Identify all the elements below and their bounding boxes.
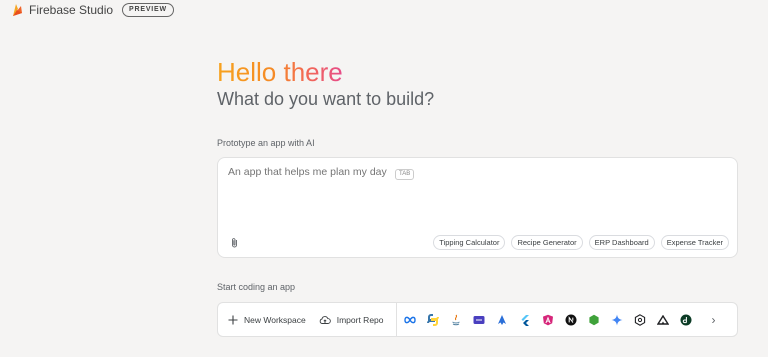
template-list: › <box>403 313 716 327</box>
chevron-right-icon[interactable]: › <box>712 313 716 327</box>
divider <box>395 302 397 337</box>
java-icon[interactable] <box>450 314 462 326</box>
go-icon[interactable] <box>634 313 646 326</box>
suggestion-chip[interactable]: Expense Tracker <box>660 235 729 250</box>
nuxt-icon[interactable] <box>656 314 669 326</box>
angular-icon[interactable] <box>542 314 554 326</box>
python-icon[interactable] <box>426 313 439 326</box>
prompt-box[interactable]: TAB Tipping Calculator Recipe Generator … <box>217 157 738 258</box>
astro-icon[interactable] <box>496 314 508 326</box>
flutter-infinity-icon[interactable] <box>403 314 416 326</box>
prompt-input[interactable] <box>228 166 528 178</box>
plus-icon <box>228 315 238 325</box>
firebase-logo-icon <box>13 4 22 16</box>
django-icon[interactable] <box>680 314 692 326</box>
tab-hint-badge: TAB <box>395 169 415 180</box>
nodejs-icon[interactable] <box>588 314 600 326</box>
gemini-icon[interactable] <box>611 314 623 326</box>
suggestion-chip[interactable]: ERP Dashboard <box>588 235 655 250</box>
import-repo-label: Import Repo <box>336 314 384 325</box>
greeting-heading: Hello there <box>217 57 343 87</box>
preview-badge: PREVIEW <box>122 3 174 17</box>
flutter-icon[interactable] <box>519 314 531 326</box>
import-repo-button[interactable]: Import Repo <box>319 315 384 325</box>
suggestion-chip[interactable]: Recipe Generator <box>511 235 583 250</box>
new-workspace-label: New Workspace <box>244 314 306 325</box>
top-bar: Firebase Studio PREVIEW <box>11 2 174 18</box>
new-workspace-button[interactable]: New Workspace <box>228 315 306 325</box>
page-subtitle: What do you want to build? <box>217 89 435 109</box>
nextjs-icon[interactable] <box>565 314 577 326</box>
brand-name[interactable]: Firebase Studio <box>29 3 113 17</box>
dart-icon[interactable] <box>473 314 485 326</box>
cloud-upload-icon <box>319 315 331 325</box>
workspace-bar: New Workspace Import Repo › <box>217 302 738 337</box>
suggestion-chip[interactable]: Tipping Calculator <box>433 235 506 250</box>
attach-icon[interactable] <box>230 237 239 248</box>
prototype-label: Prototype an app with AI <box>217 138 315 148</box>
suggestion-chips: Tipping Calculator Recipe Generator ERP … <box>433 235 729 250</box>
coding-label: Start coding an app <box>217 282 296 292</box>
